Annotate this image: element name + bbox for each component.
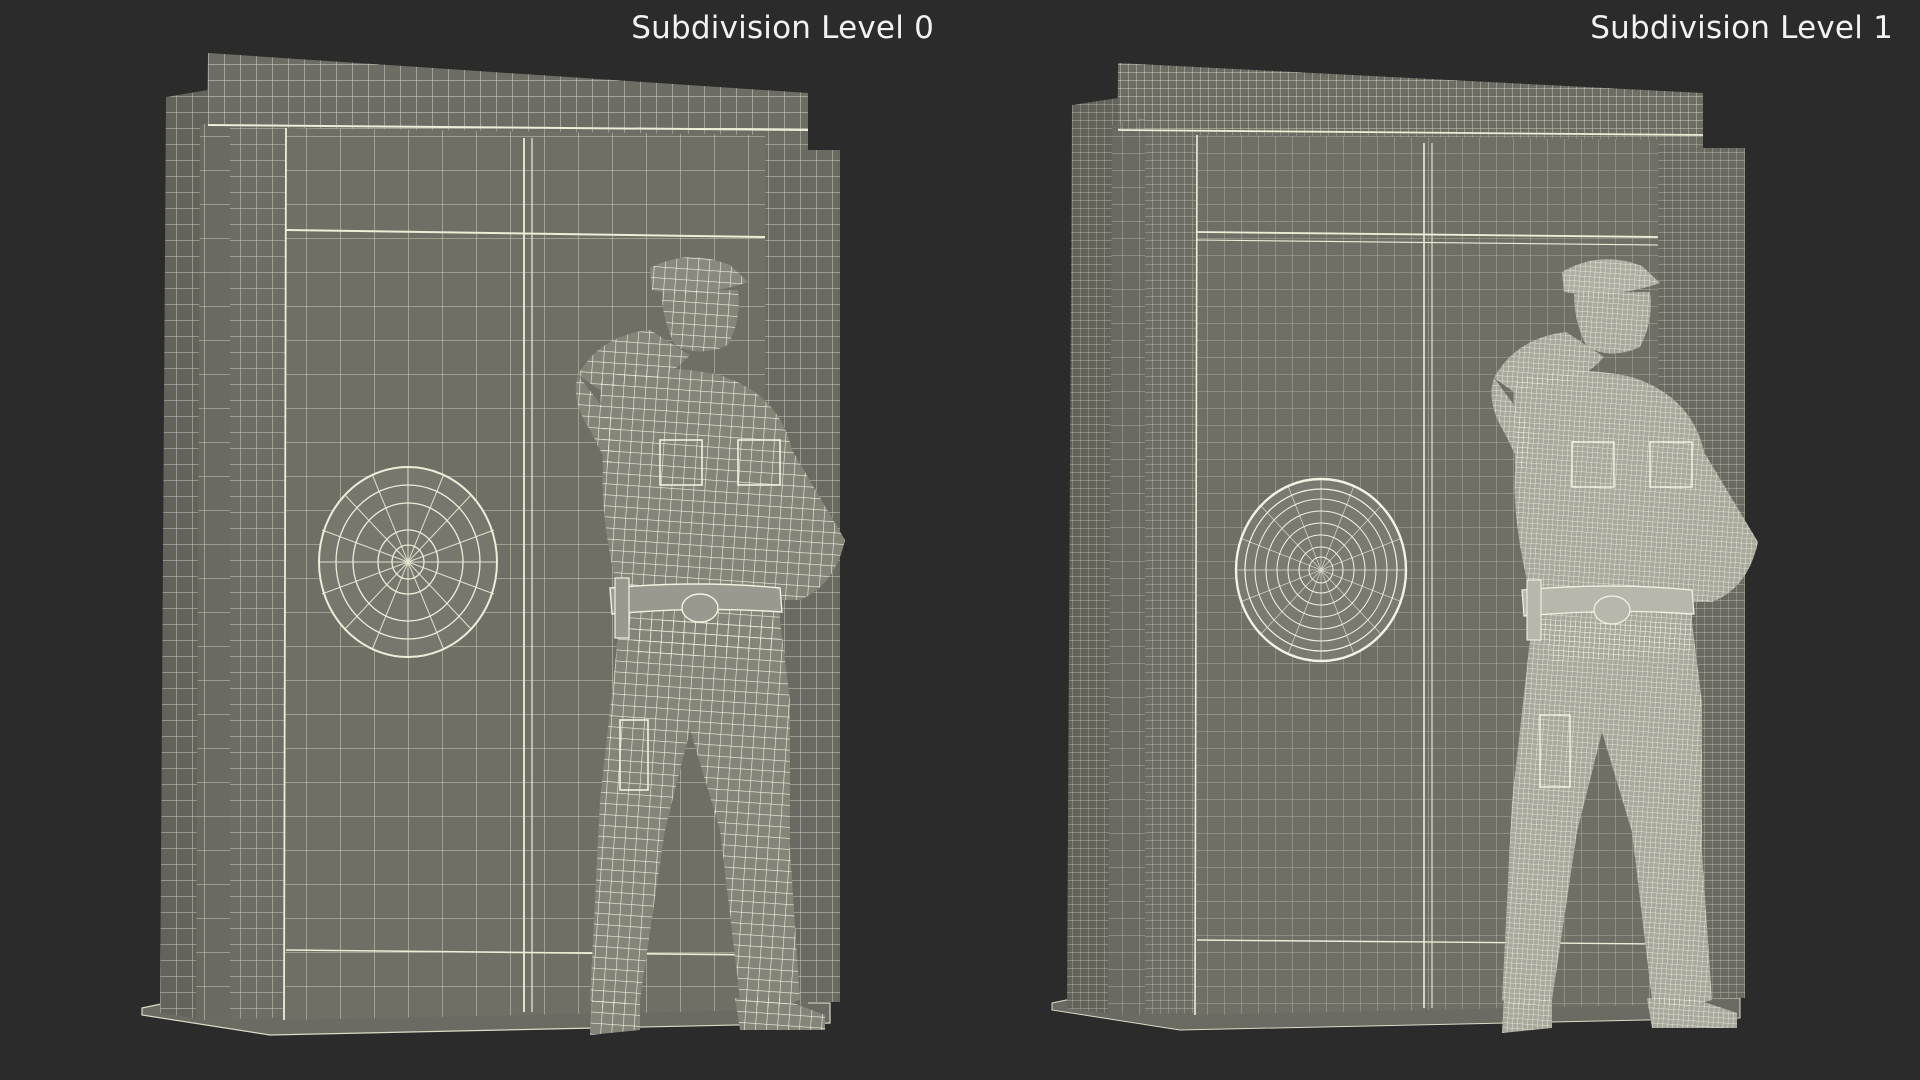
vault-door-wireframe-level-0 [141,53,845,1036]
vault-wheel-level-0 [318,466,498,658]
wireframe-render [141,53,1758,1036]
vault-wheel-level-1 [1234,477,1408,663]
render-viewport: Subdivision Level 0 Subdivision Level 1 [0,0,1920,1080]
vault-door-wireframe-level-1 [1051,63,1758,1033]
